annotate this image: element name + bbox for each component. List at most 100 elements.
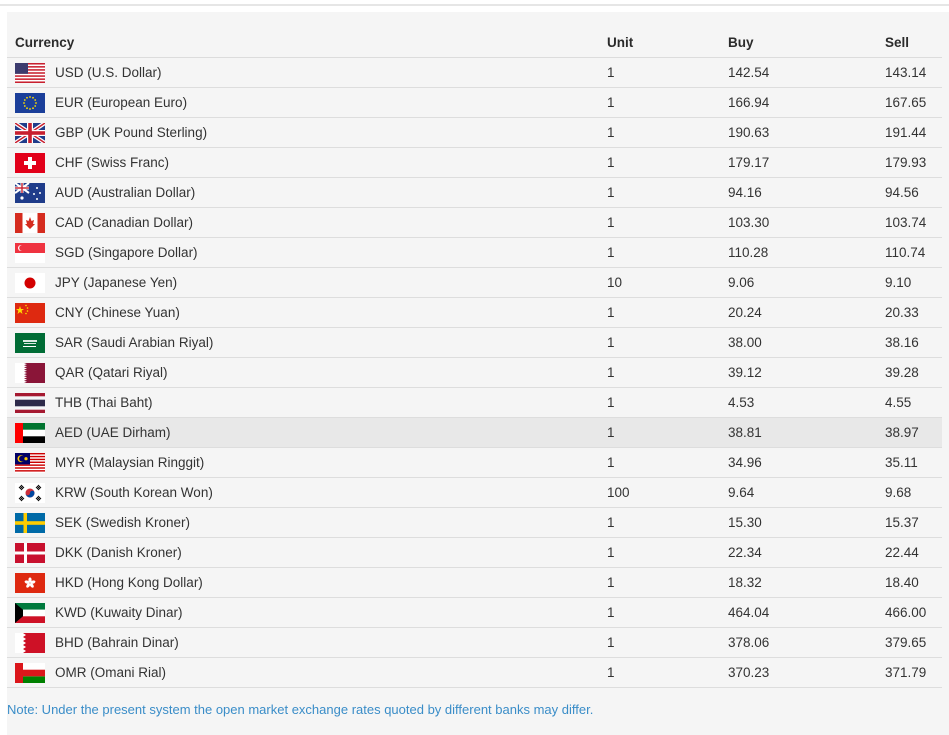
buy-header: Buy: [728, 27, 885, 58]
exchange-rate-panel: Currency Unit Buy Sell USD (U.S. Dollar)…: [7, 12, 949, 735]
sell-rate: 20.33: [885, 297, 942, 328]
currency-name: SEK (Swedish Kroner): [55, 507, 607, 538]
flag-cell: [7, 597, 55, 628]
buy-rate: 142.54: [728, 57, 885, 88]
table-row: AUD (Australian Dollar) 1 94.16 94.56: [7, 177, 942, 208]
currency-name: KWD (Kuwaity Dinar): [55, 597, 607, 628]
flag-cell: [7, 477, 55, 508]
uk-flag-icon: [15, 122, 45, 143]
flag-cell: [7, 567, 55, 598]
sell-rate: 466.00: [885, 597, 942, 628]
currency-name: CNY (Chinese Yuan): [55, 297, 607, 328]
th-flag-icon: [15, 392, 45, 413]
au-flag-icon: [15, 182, 45, 203]
currency-name: CHF (Swiss Franc): [55, 147, 607, 178]
sg-flag-icon: [15, 242, 45, 263]
om-flag-icon: [15, 662, 45, 683]
flag-cell: [7, 327, 55, 358]
unit-value: 1: [607, 237, 728, 268]
buy-rate: 18.32: [728, 567, 885, 598]
sell-rate: 38.16: [885, 327, 942, 358]
unit-value: 1: [607, 117, 728, 148]
currency-name: CAD (Canadian Dollar): [55, 207, 607, 238]
sell-rate: 22.44: [885, 537, 942, 568]
currency-name: QAR (Qatari Riyal): [55, 357, 607, 388]
table-row: QAR (Qatari Riyal) 1 39.12 39.28: [7, 357, 942, 388]
currency-name: THB (Thai Baht): [55, 387, 607, 418]
buy-rate: 38.81: [728, 417, 885, 448]
ae-flag-icon: [15, 422, 45, 443]
unit-value: 1: [607, 567, 728, 598]
sell-header: Sell: [885, 27, 942, 58]
sell-rate: 179.93: [885, 147, 942, 178]
flag-cell: [7, 57, 55, 88]
se-flag-icon: [15, 512, 45, 533]
unit-value: 1: [607, 417, 728, 448]
buy-rate: 110.28: [728, 237, 885, 268]
ch-flag-icon: [15, 152, 45, 173]
hk-flag-icon: [15, 572, 45, 593]
table-row: KRW (South Korean Won) 100 9.64 9.68: [7, 477, 942, 508]
disclaimer-note: Note: Under the present system the open …: [7, 702, 594, 717]
currency-name: OMR (Omani Rial): [55, 657, 607, 688]
top-divider: [0, 4, 949, 6]
table-row: SGD (Singapore Dollar) 1 110.28 110.74: [7, 237, 942, 268]
table-row: CNY (Chinese Yuan) 1 20.24 20.33: [7, 297, 942, 328]
table-row: SEK (Swedish Kroner) 1 15.30 15.37: [7, 507, 942, 538]
flag-cell: [7, 177, 55, 208]
currency-name: JPY (Japanese Yen): [55, 267, 607, 298]
us-flag-icon: [15, 62, 45, 83]
buy-rate: 94.16: [728, 177, 885, 208]
table-row: SAR (Saudi Arabian Riyal) 1 38.00 38.16: [7, 327, 942, 358]
flag-cell: [7, 657, 55, 688]
table-row: HKD (Hong Kong Dollar) 1 18.32 18.40: [7, 567, 942, 598]
currency-name: MYR (Malaysian Ringgit): [55, 447, 607, 478]
kr-flag-icon: [15, 482, 45, 503]
flag-cell: [7, 447, 55, 478]
table-row: CHF (Swiss Franc) 1 179.17 179.93: [7, 147, 942, 178]
table-row: CAD (Canadian Dollar) 1 103.30 103.74: [7, 207, 942, 238]
flag-cell: [7, 87, 55, 118]
currency-name: BHD (Bahrain Dinar): [55, 627, 607, 658]
currency-name: USD (U.S. Dollar): [55, 57, 607, 88]
sell-rate: 371.79: [885, 657, 942, 688]
cn-flag-icon: [15, 302, 45, 323]
buy-rate: 179.17: [728, 147, 885, 178]
buy-rate: 370.23: [728, 657, 885, 688]
buy-rate: 15.30: [728, 507, 885, 538]
eu-flag-icon: [15, 92, 45, 113]
buy-rate: 190.63: [728, 117, 885, 148]
unit-value: 1: [607, 357, 728, 388]
flag-cell: [7, 387, 55, 418]
table-row: USD (U.S. Dollar) 1 142.54 143.14: [7, 57, 942, 88]
sell-rate: 35.11: [885, 447, 942, 478]
buy-rate: 9.06: [728, 267, 885, 298]
table-row: BHD (Bahrain Dinar) 1 378.06 379.65: [7, 627, 942, 658]
ca-flag-icon: [15, 212, 45, 233]
unit-value: 1: [607, 447, 728, 478]
buy-rate: 38.00: [728, 327, 885, 358]
unit-value: 1: [607, 87, 728, 118]
sell-rate: 9.10: [885, 267, 942, 298]
table-row: GBP (UK Pound Sterling) 1 190.63 191.44: [7, 117, 942, 148]
flag-cell: [7, 417, 55, 448]
sell-rate: 15.37: [885, 507, 942, 538]
sell-rate: 18.40: [885, 567, 942, 598]
exchange-rate-table: Currency Unit Buy Sell USD (U.S. Dollar)…: [7, 27, 942, 688]
table-row: AED (UAE Dirham) 1 38.81 38.97: [7, 417, 942, 448]
dk-flag-icon: [15, 542, 45, 563]
table-row: MYR (Malaysian Ringgit) 1 34.96 35.11: [7, 447, 942, 478]
sell-rate: 379.65: [885, 627, 942, 658]
table-header-row: Currency Unit Buy Sell: [7, 27, 942, 58]
currency-name: AUD (Australian Dollar): [55, 177, 607, 208]
unit-header: Unit: [607, 27, 728, 58]
sell-rate: 9.68: [885, 477, 942, 508]
sell-rate: 167.65: [885, 87, 942, 118]
buy-rate: 378.06: [728, 627, 885, 658]
currency-header: Currency: [7, 27, 607, 58]
flag-cell: [7, 207, 55, 238]
unit-value: 1: [607, 627, 728, 658]
jp-flag-icon: [15, 272, 45, 293]
unit-value: 1: [607, 597, 728, 628]
unit-value: 1: [607, 537, 728, 568]
